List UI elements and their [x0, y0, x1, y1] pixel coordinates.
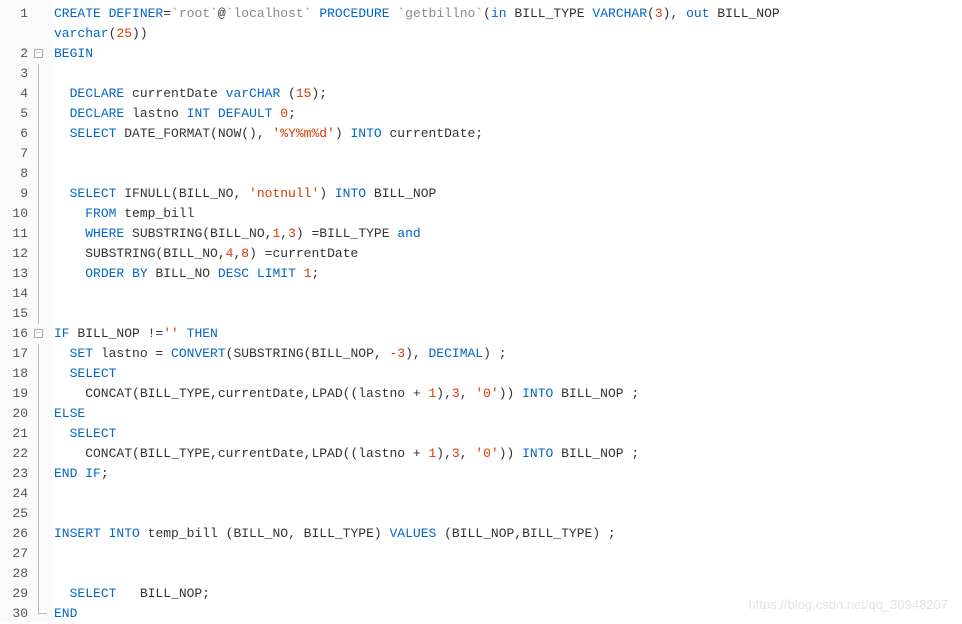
code-line[interactable]: INSERT INTO temp_bill (BILL_NO, BILL_TYP… [54, 524, 962, 544]
code-line[interactable] [54, 544, 962, 564]
line-number: 17 [4, 344, 28, 364]
fold-marker [34, 584, 52, 604]
line-number: 29 [4, 584, 28, 604]
fold-marker [34, 124, 52, 144]
code-line[interactable]: CONCAT(BILL_TYPE,currentDate,LPAD((lastn… [54, 384, 962, 404]
line-number: 3 [4, 64, 28, 84]
line-number: 4 [4, 84, 28, 104]
fold-marker [34, 424, 52, 444]
fold-marker [34, 564, 52, 584]
fold-marker [34, 104, 52, 124]
line-number: 15 [4, 304, 28, 324]
fold-marker [34, 84, 52, 104]
fold-marker [34, 4, 52, 24]
fold-marker[interactable]: − [34, 44, 52, 64]
code-line[interactable] [54, 504, 962, 524]
fold-toggle-icon[interactable]: − [34, 329, 43, 338]
code-line[interactable] [54, 484, 962, 504]
fold-marker [34, 204, 52, 224]
line-number: 8 [4, 164, 28, 184]
code-area[interactable]: CREATE DEFINER=`root`@`localhost` PROCED… [52, 0, 962, 622]
fold-marker [34, 364, 52, 384]
fold-marker [34, 504, 52, 524]
line-number: 1 [4, 4, 28, 24]
line-number: 18 [4, 364, 28, 384]
line-number: 26 [4, 524, 28, 544]
line-number: 11 [4, 224, 28, 244]
fold-marker[interactable]: − [34, 324, 52, 344]
code-line[interactable]: SELECT BILL_NOP; [54, 584, 962, 604]
fold-marker [34, 64, 52, 84]
fold-column: −− [34, 0, 52, 622]
line-number: 19 [4, 384, 28, 404]
line-number-gutter: 1234567891011121314151617181920212223242… [0, 0, 34, 622]
code-line[interactable]: DECLARE currentDate varCHAR (15); [54, 84, 962, 104]
fold-marker [34, 484, 52, 504]
code-line[interactable]: ELSE [54, 404, 962, 424]
code-line[interactable]: WHERE SUBSTRING(BILL_NO,1,3) =BILL_TYPE … [54, 224, 962, 244]
line-number: 21 [4, 424, 28, 444]
fold-marker [34, 544, 52, 564]
line-number: 13 [4, 264, 28, 284]
code-line[interactable] [54, 64, 962, 84]
code-line[interactable] [54, 144, 962, 164]
fold-toggle-icon[interactable]: − [34, 49, 43, 58]
code-line[interactable]: END [54, 604, 962, 624]
line-number: 14 [4, 284, 28, 304]
line-number: 16 [4, 324, 28, 344]
fold-marker [34, 444, 52, 464]
fold-marker [34, 404, 52, 424]
fold-marker [34, 344, 52, 364]
line-number: 5 [4, 104, 28, 124]
fold-marker [34, 224, 52, 244]
fold-marker [34, 144, 52, 164]
code-line[interactable]: varchar(25)) [54, 24, 962, 44]
fold-marker [34, 164, 52, 184]
line-number: 9 [4, 184, 28, 204]
line-number: 2 [4, 44, 28, 64]
code-editor: 1234567891011121314151617181920212223242… [0, 0, 962, 622]
line-number: 7 [4, 144, 28, 164]
code-line[interactable]: ORDER BY BILL_NO DESC LIMIT 1; [54, 264, 962, 284]
line-number: 30 [4, 604, 28, 624]
line-number: 24 [4, 484, 28, 504]
code-line[interactable] [54, 284, 962, 304]
fold-marker [34, 464, 52, 484]
line-number: 10 [4, 204, 28, 224]
code-line[interactable]: DECLARE lastno INT DEFAULT 0; [54, 104, 962, 124]
line-number: 23 [4, 464, 28, 484]
line-number: 12 [4, 244, 28, 264]
fold-marker [34, 264, 52, 284]
code-line[interactable]: END IF; [54, 464, 962, 484]
code-line[interactable]: BEGIN [54, 44, 962, 64]
fold-marker [34, 304, 52, 324]
line-number: 6 [4, 124, 28, 144]
code-line[interactable]: SET lastno = CONVERT(SUBSTRING(BILL_NOP,… [54, 344, 962, 364]
fold-marker [34, 384, 52, 404]
code-line[interactable]: CREATE DEFINER=`root`@`localhost` PROCED… [54, 4, 962, 24]
line-number: 28 [4, 564, 28, 584]
fold-marker [34, 184, 52, 204]
fold-marker [34, 244, 52, 264]
fold-marker [34, 524, 52, 544]
code-line[interactable] [54, 304, 962, 324]
code-line[interactable]: SELECT [54, 364, 962, 384]
fold-marker [34, 604, 52, 624]
code-line[interactable]: SUBSTRING(BILL_NO,4,8) =currentDate [54, 244, 962, 264]
line-number: 22 [4, 444, 28, 464]
code-line[interactable]: SELECT [54, 424, 962, 444]
code-line[interactable] [54, 564, 962, 584]
code-line[interactable]: IF BILL_NOP !='' THEN [54, 324, 962, 344]
code-line[interactable]: FROM temp_bill [54, 204, 962, 224]
code-line[interactable]: CONCAT(BILL_TYPE,currentDate,LPAD((lastn… [54, 444, 962, 464]
code-line[interactable]: SELECT IFNULL(BILL_NO, 'notnull') INTO B… [54, 184, 962, 204]
code-line[interactable] [54, 164, 962, 184]
fold-marker [34, 284, 52, 304]
line-number: 27 [4, 544, 28, 564]
line-number: 25 [4, 504, 28, 524]
code-line[interactable]: SELECT DATE_FORMAT(NOW(), '%Y%m%d') INTO… [54, 124, 962, 144]
line-number: 20 [4, 404, 28, 424]
